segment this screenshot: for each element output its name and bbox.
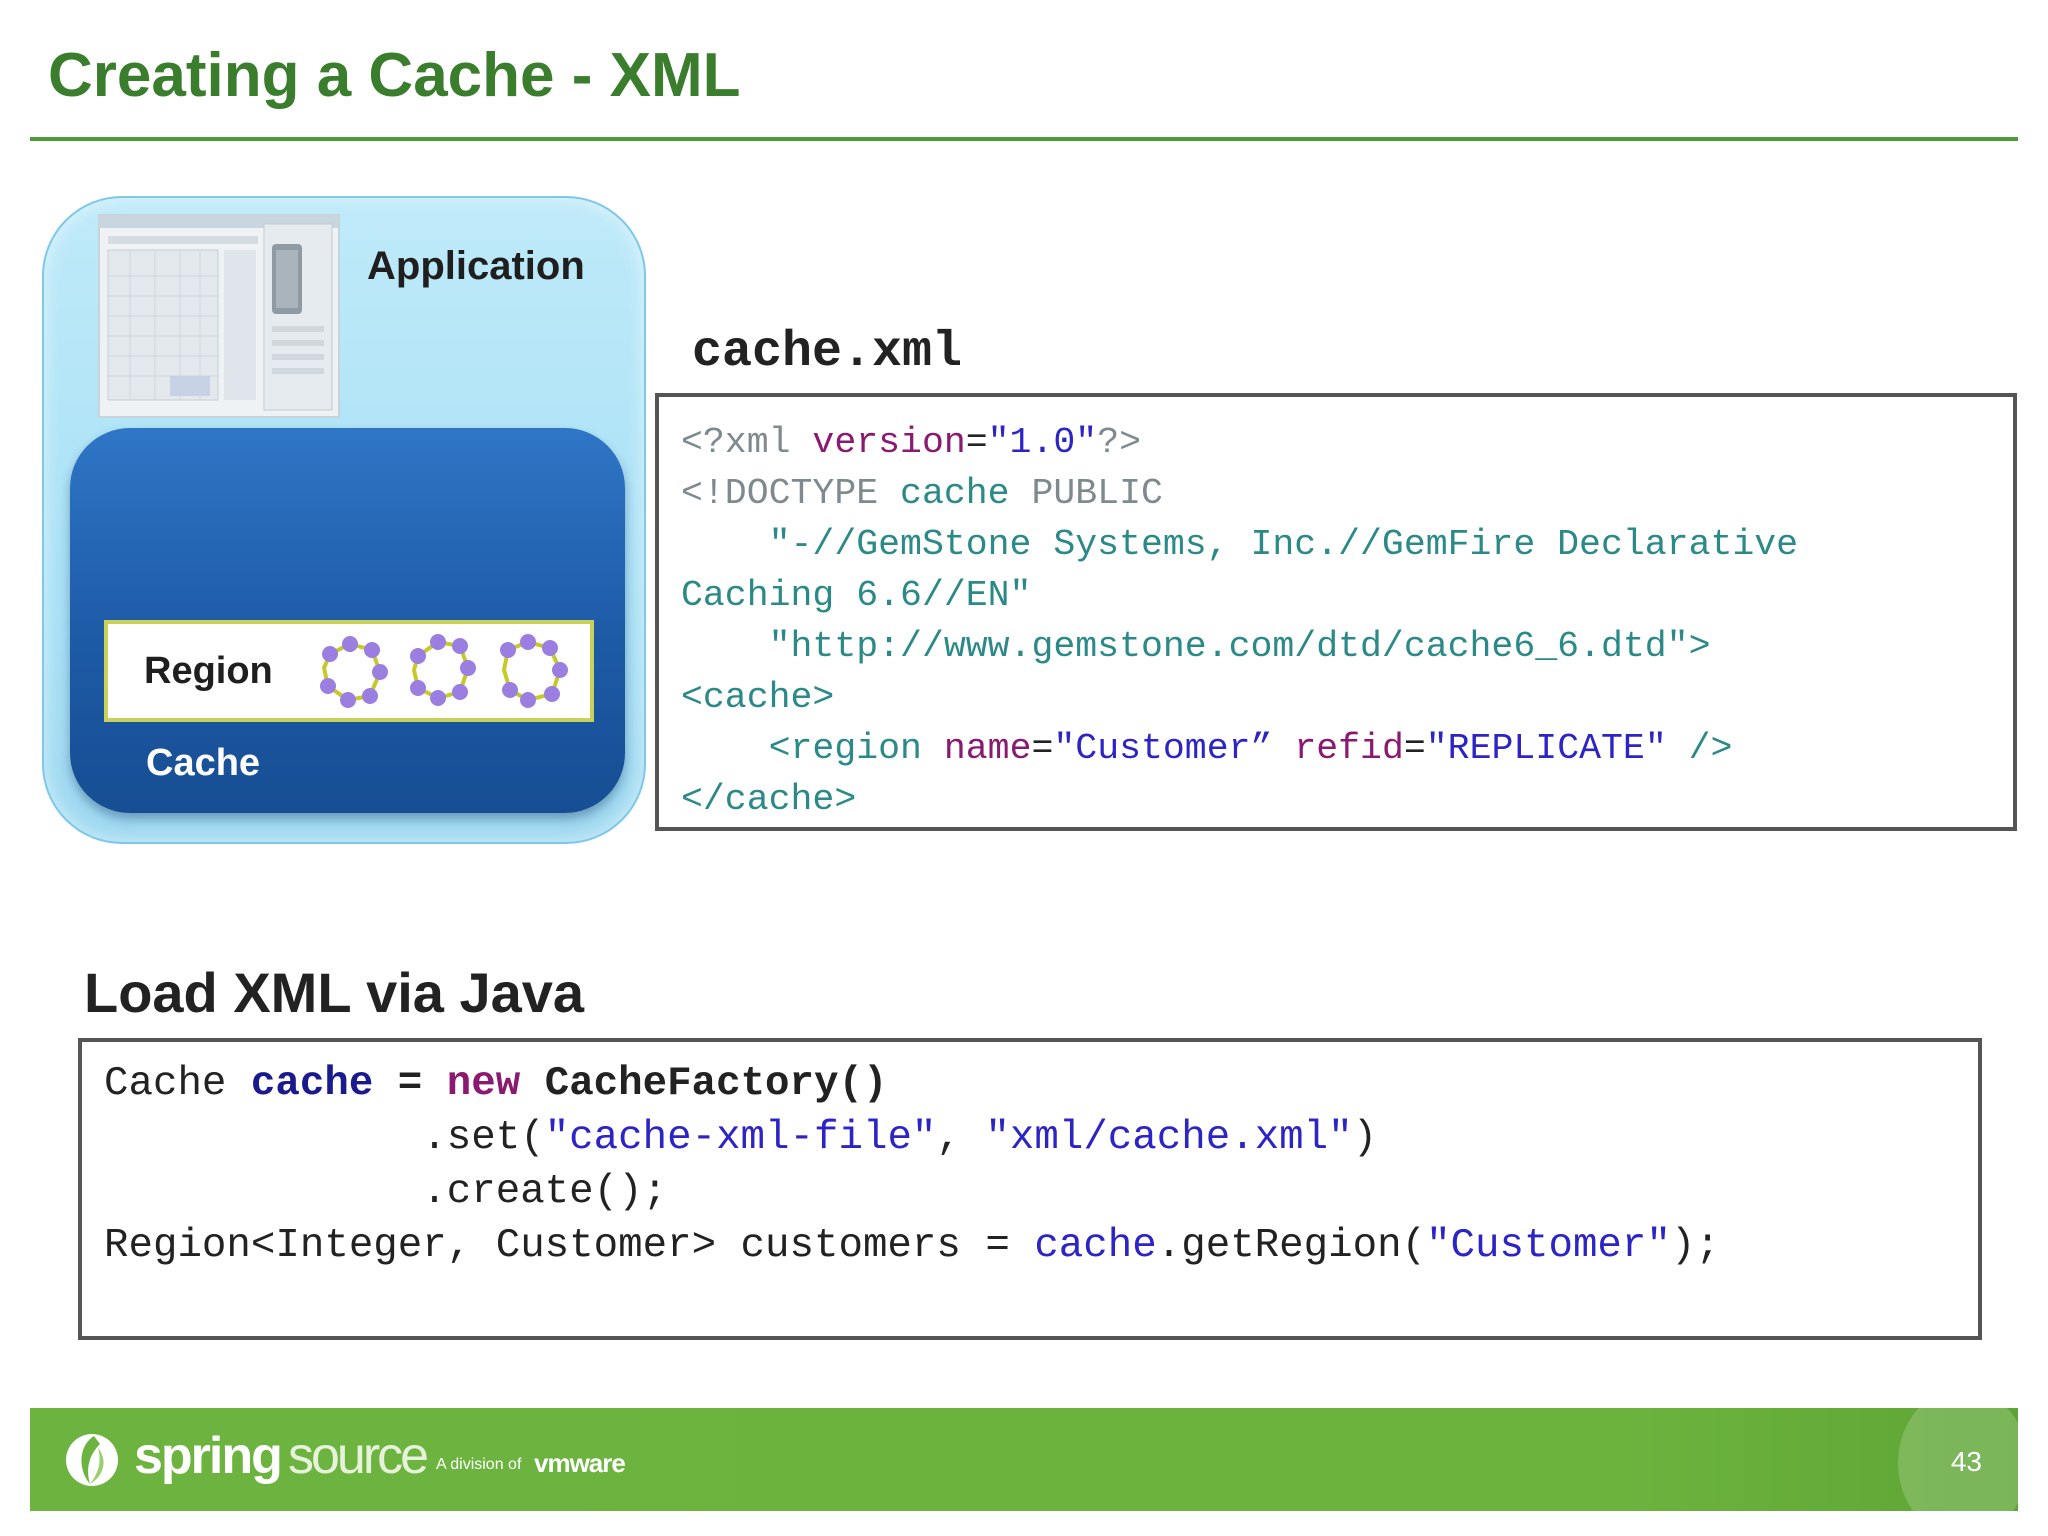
- title-divider: [30, 137, 2018, 141]
- java-line-4: Region<Integer, Customer> customers = ca…: [104, 1223, 1720, 1269]
- application-screenshot-thumbnail: [98, 214, 340, 418]
- brand-source-wordmark: source: [288, 1427, 429, 1485]
- xml-code-box: <?xml version="1.0"?> <!DOCTYPE cache PU…: [655, 393, 2017, 831]
- xml-line-2: <!DOCTYPE cache PUBLIC: [681, 473, 1163, 514]
- java-code-box: Cache cache = new CacheFactory() .set("c…: [78, 1038, 1982, 1340]
- slide-title: Creating a Cache - XML: [48, 41, 741, 110]
- springsource-leaf-icon: [66, 1434, 118, 1486]
- region-label: Region: [144, 650, 273, 692]
- xml-line-8: </cache>: [681, 779, 857, 820]
- footer-bar: spring source A division of vmware 43: [30, 1408, 2018, 1511]
- xml-line-4: Caching 6.6//EN": [681, 575, 1032, 616]
- java-line-3: .create();: [104, 1169, 668, 1215]
- xml-line-3: "-//GemStone Systems, Inc.//GemFire Decl…: [681, 524, 1799, 565]
- xml-line-5: "http://www.gemstone.com/dtd/cache6_6.dt…: [681, 626, 1711, 667]
- xml-line-1: <?xml version="1.0"?>: [681, 422, 1141, 463]
- cache-label: Cache: [146, 742, 261, 784]
- java-section-heading: Load XML via Java: [84, 961, 585, 1024]
- java-line-2: .set("cache-xml-file", "xml/cache.xml"): [422, 1115, 1378, 1161]
- xml-line-7: <region name="Customer” refid="REPLICATE…: [768, 728, 1733, 769]
- java-line-1: Cache cache = new CacheFactory(): [104, 1061, 888, 1107]
- xml-line-6: <cache>: [681, 677, 835, 718]
- xml-file-heading: cache.xml: [692, 324, 963, 381]
- brand-spring-wordmark: spring: [134, 1427, 283, 1485]
- region-box: Region: [104, 620, 594, 722]
- vmware-logo-text: vmware: [534, 1448, 626, 1478]
- region-data-rings-icon: [320, 634, 568, 708]
- page-number: 43: [1950, 1446, 1982, 1477]
- application-label: Application: [367, 244, 585, 288]
- brand-division-text: A division of: [436, 1456, 522, 1473]
